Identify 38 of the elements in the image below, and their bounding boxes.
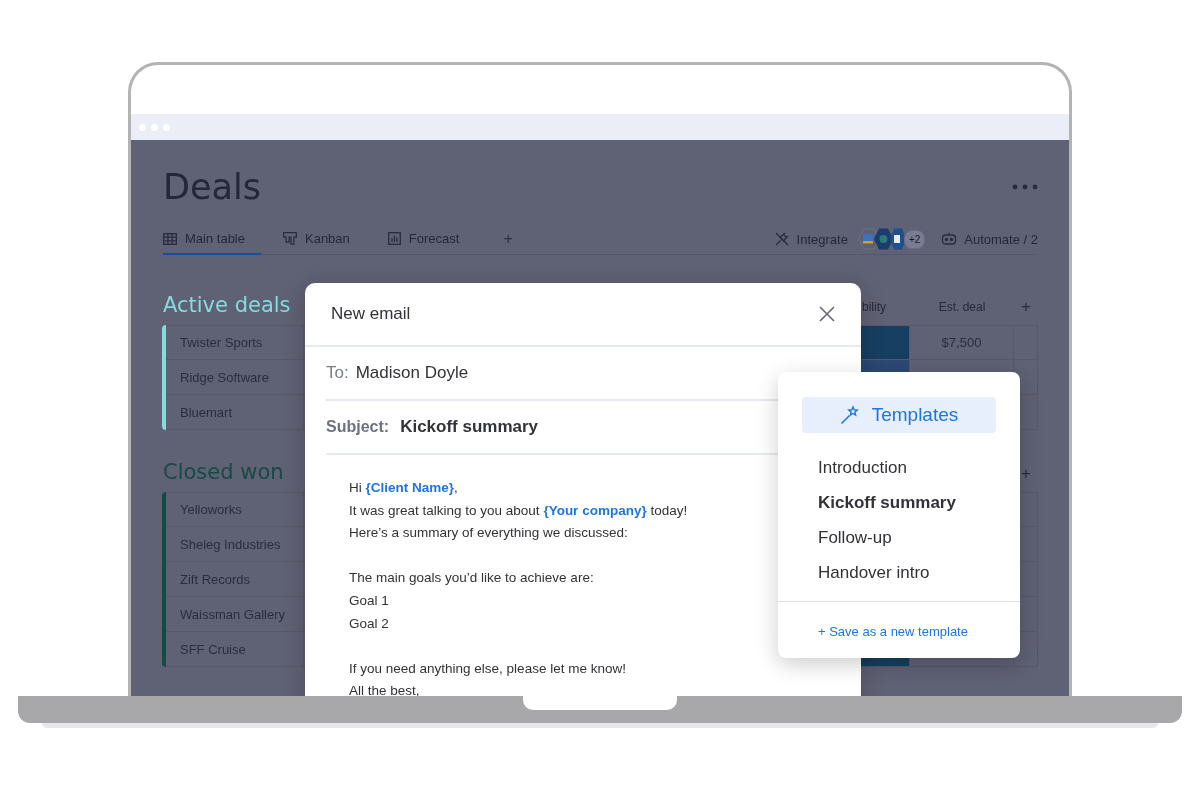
app-icons-drawing: [857, 228, 906, 250]
add-view-button[interactable]: +: [497, 224, 519, 254]
recipient-name[interactable]: Madison Doyle: [355, 363, 469, 383]
view-tab[interactable]: Main table: [163, 224, 261, 255]
template-option[interactable]: Follow-up: [778, 520, 1020, 555]
subject-text[interactable]: Kickoff summary: [400, 417, 539, 437]
email-body-line: If you need anything else, please let me know!: [349, 660, 626, 677]
email-body-line: Hi {Client Name},: [349, 480, 458, 496]
kanban-icon: [283, 232, 297, 245]
add-column-button[interactable]: +: [1014, 298, 1038, 317]
email-body-line: Goal 2: [349, 615, 389, 632]
field-label: To:: [326, 363, 349, 383]
grid-icon: [163, 232, 177, 245]
field-label: Subject:: [326, 418, 390, 436]
template-option[interactable]: Handover intro: [778, 555, 1020, 590]
view-tab[interactable]: Forecast: [387, 224, 476, 255]
automate-button[interactable]: Automate / 2: [941, 231, 1038, 247]
email-body-line: It was great talking to you about {Your company} today!: [349, 502, 688, 519]
dialog-title: New email: [331, 304, 411, 324]
template-option[interactable]: Kickoff summary: [778, 485, 1020, 520]
email-body-line: Here’s a summary of everything we discussed:: [349, 525, 628, 542]
group-title[interactable]: Closed won: [163, 460, 301, 484]
column-header: bility: [861, 300, 887, 316]
column-header: Est. deal: [937, 300, 987, 316]
template-variable: {Your company}: [543, 502, 647, 518]
email-body-line: Goal 1: [349, 592, 389, 609]
board-title: Deals: [163, 167, 261, 207]
templates-button[interactable]: Templates: [802, 397, 996, 433]
integrate-button[interactable]: Integrate: [773, 231, 848, 247]
view-tab[interactable]: Kanban: [283, 224, 366, 255]
email-body-line: The main goals you’d like to achieve are:: [349, 570, 594, 587]
magic-wand-icon: [839, 405, 860, 425]
close-icon[interactable]: [819, 306, 835, 322]
save-template-link[interactable]: + Save as a new template: [818, 624, 968, 639]
group-title[interactable]: Active deals: [163, 293, 301, 317]
bar-chart-icon: [387, 232, 401, 245]
robot-icon: [941, 232, 958, 246]
more-apps-badge[interactable]: +2: [903, 229, 926, 249]
